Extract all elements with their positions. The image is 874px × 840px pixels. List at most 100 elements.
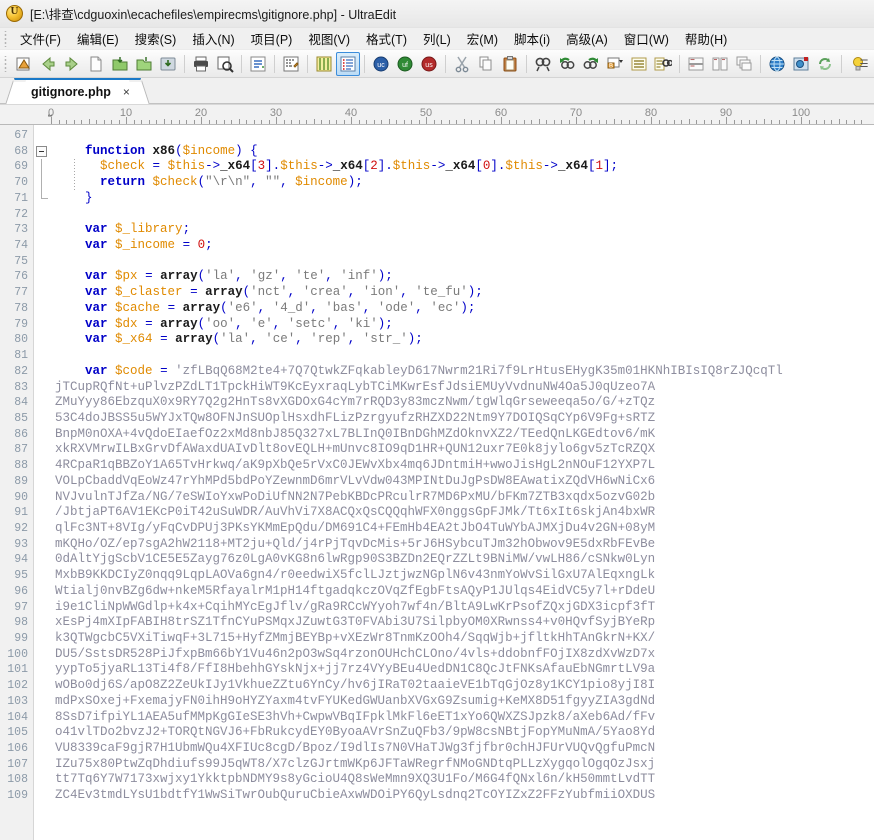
code-line[interactable]: Wtialj0nvBZg6dw+nkeM5RfayalrM1pH14ftgadq… [50, 584, 874, 600]
code-line[interactable]: qlFc3NT+8VIg/yFqCvDPUj3PKsYKMmEpQdu/DM69… [50, 521, 874, 537]
find-in-files-icon[interactable] [651, 52, 675, 76]
open-folder-icon[interactable] [132, 52, 156, 76]
uc-convert-icon[interactable]: uc [369, 52, 393, 76]
paste-icon[interactable] [498, 52, 522, 76]
menu-edit[interactable]: 编辑(E) [69, 27, 127, 51]
code-line[interactable]: DU5/SstsDR528PiJfxpBm66bY1Vu46n2pO3wSq4r… [50, 647, 874, 663]
fold-marker-row[interactable] [34, 364, 49, 380]
fold-marker-row[interactable] [34, 694, 49, 710]
code-line[interactable]: o41vlTDo2bvzJ2+TORQtNGVJ6+FbRukcydEY0Byo… [50, 725, 874, 741]
code-line[interactable]: 4RCpaR1qBBZoY1A65TvHrkwq/aK9pXbQe5rVxC0J… [50, 458, 874, 474]
code-line[interactable]: NVJvulnTJfZa/NG/7eSWIoYxwPoDiUfNN2N7PebK… [50, 490, 874, 506]
fold-marker-row[interactable] [34, 427, 49, 443]
menu-project[interactable]: 项目(P) [243, 27, 301, 51]
menu-file[interactable]: 文件(F) [12, 27, 69, 51]
fold-marker-row[interactable] [34, 254, 49, 270]
code-line[interactable]: mdPxSOxej+FxemajyFN0ihH9oHYZYaxm4tvFYUKe… [50, 694, 874, 710]
print-preview-icon[interactable] [213, 52, 237, 76]
preview-in-browser-icon[interactable] [789, 52, 813, 76]
menu-grip-handle[interactable] [3, 31, 9, 47]
forward-arrow-icon[interactable] [60, 52, 84, 76]
fold-marker-row[interactable] [34, 269, 49, 285]
tab-gitignore-php[interactable]: gitignore.php × [14, 78, 141, 104]
close-icon[interactable]: × [123, 85, 130, 99]
code-line[interactable]: mKQHo/OZ/ep7sgA2hW2118+MT2ju+Qld/j4rPjTq… [50, 537, 874, 553]
menu-insert[interactable]: 插入(N) [184, 27, 242, 51]
hex-edit-icon[interactable] [279, 52, 303, 76]
code-line[interactable]: } [50, 191, 874, 207]
code-line[interactable]: wOBo0dj6S/apO8Z2ZeUkIJy1VkhueZZtu6YnCy/h… [50, 678, 874, 694]
tile-horizontal-icon[interactable] [684, 52, 708, 76]
code-line[interactable]: tt7Tq6Y7W7173xwjxy1YkktpbNDMY9s8yGcioU4Q… [50, 772, 874, 788]
fold-marker-row[interactable] [34, 175, 49, 191]
fold-marker-row[interactable] [34, 710, 49, 726]
code-line[interactable]: i9e1CliNpWWGdlp+k4x+CqihMYcEgJflv/gRa9RC… [50, 600, 874, 616]
line-numbers-icon[interactable] [336, 52, 360, 76]
fold-marker-row[interactable] [34, 380, 49, 396]
cascade-windows-icon[interactable] [732, 52, 756, 76]
new-file-icon[interactable] [84, 52, 108, 76]
code-line[interactable]: 8SsD7ifpiYL1AEA5ufMMpKgGIeSE3hVh+CwpwVBq… [50, 710, 874, 726]
copy-icon[interactable] [474, 52, 498, 76]
fold-marker-row[interactable] [34, 568, 49, 584]
fold-marker-row[interactable] [34, 458, 49, 474]
code-line[interactable]: yypTo5jyaRL13Ti4f8/FfI8HbehhGYskNjx+jj7r… [50, 662, 874, 678]
fold-marker-row[interactable] [34, 332, 49, 348]
list-lines-icon[interactable] [627, 52, 651, 76]
fold-marker-row[interactable] [34, 521, 49, 537]
bookmark-icon[interactable]: B [603, 52, 627, 76]
menu-help[interactable]: 帮助(H) [677, 27, 735, 51]
code-line[interactable]: xkRXVMrwILBxGrvDfAWaxdUAIvDlt8ovEQLH+mUn… [50, 442, 874, 458]
menu-window[interactable]: 窗口(W) [616, 27, 677, 51]
uf-convert-icon[interactable]: uf [393, 52, 417, 76]
fold-marker-row[interactable] [34, 222, 49, 238]
menu-search[interactable]: 搜索(S) [127, 27, 185, 51]
code-text-area[interactable]: function x86($income) { $check = $this->… [50, 125, 874, 840]
fold-marker-row[interactable] [34, 159, 49, 175]
fold-marker-row[interactable] [34, 207, 49, 223]
fold-marker-row[interactable] [34, 552, 49, 568]
fold-marker-row[interactable] [34, 474, 49, 490]
print-icon[interactable] [189, 52, 213, 76]
code-line[interactable] [50, 348, 874, 364]
fold-marker-row[interactable] [34, 772, 49, 788]
fold-marker-row[interactable] [34, 238, 49, 254]
fold-marker-row[interactable] [34, 144, 49, 160]
fold-marker-row[interactable] [34, 584, 49, 600]
fold-marker-row[interactable] [34, 395, 49, 411]
fold-marker-row[interactable] [34, 662, 49, 678]
code-line[interactable]: ZMuYyy86EbzquX0x9RY7Q2g2HnTs8vXGDOxG4cYm… [50, 395, 874, 411]
code-line[interactable]: VU8339caF9gjR7H1UbmWQu4XFIUc8cgD/Bpoz/I9… [50, 741, 874, 757]
menu-column[interactable]: 列(L) [415, 27, 459, 51]
menu-advanced[interactable]: 高级(A) [558, 27, 616, 51]
code-line[interactable]: IZu75x80PtwZqDhdiufs99J5qWT8/X7clzGJrtmW… [50, 757, 874, 773]
cut-icon[interactable] [450, 52, 474, 76]
us-convert-icon[interactable]: us [417, 52, 441, 76]
code-line[interactable]: function x86($income) { [50, 144, 874, 160]
fold-marker-row[interactable] [34, 191, 49, 207]
column-mode-icon[interactable] [312, 52, 336, 76]
back-arrow-icon[interactable] [36, 52, 60, 76]
fold-marker-row[interactable] [34, 788, 49, 804]
menu-script[interactable]: 脚本(i) [506, 27, 558, 51]
fold-collapse-icon[interactable] [36, 146, 47, 157]
save-icon[interactable] [156, 52, 180, 76]
browser-icon[interactable] [765, 52, 789, 76]
code-line[interactable]: return $check("\r\n", "", $income); [50, 175, 874, 191]
code-line[interactable]: var $_library; [50, 222, 874, 238]
new-project-icon[interactable] [12, 52, 36, 76]
find-next-icon[interactable] [579, 52, 603, 76]
code-line[interactable]: var $_claster = array('nct', 'crea', 'io… [50, 285, 874, 301]
find-icon[interactable] [531, 52, 555, 76]
fold-marker-row[interactable] [34, 647, 49, 663]
fold-marker-row[interactable] [34, 678, 49, 694]
fold-marker-row[interactable] [34, 631, 49, 647]
fold-marker-row[interactable] [34, 442, 49, 458]
fold-marker-row[interactable] [34, 725, 49, 741]
open-file-icon[interactable] [108, 52, 132, 76]
code-line[interactable] [50, 207, 874, 223]
code-line[interactable]: var $cache = array('e6', '4_d', 'bas', '… [50, 301, 874, 317]
code-folding-margin[interactable] [34, 125, 50, 840]
code-line[interactable]: var $_income = 0; [50, 238, 874, 254]
find-prev-icon[interactable] [555, 52, 579, 76]
